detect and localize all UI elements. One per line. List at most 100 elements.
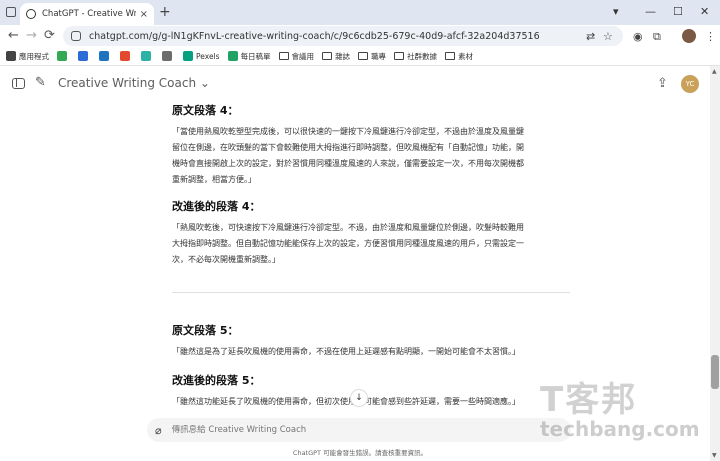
paragraph-line: 「雖然這功能延長了吹風機的使用壽命，但初次使用時可能會感到些許延遲，需要一些時間… xyxy=(172,397,520,406)
blue-square-icon xyxy=(78,51,88,61)
menu-icon[interactable]: ⋮ xyxy=(705,30,716,43)
bookmark-label: 社群數據 xyxy=(407,51,438,61)
new-tab-button[interactable]: + xyxy=(159,4,171,20)
scroll-up-arrow-icon[interactable]: ▲ xyxy=(712,68,717,75)
folder-icon xyxy=(394,52,405,60)
sidebar-toggle-icon[interactable] xyxy=(12,78,25,89)
green-leaf-icon xyxy=(57,51,67,61)
bookmark-item[interactable]: 會議用 xyxy=(278,51,315,62)
paragraph-line: 「雖然這是為了延長吹風機的使用壽命，不過在使用上延遲感有點明顯，一開始可能會不太… xyxy=(172,347,520,356)
browser-tab-strip: ChatGPT - Creative Writing C × + ▾ — ☐ ✕ xyxy=(0,0,720,25)
profile-icon[interactable] xyxy=(682,29,696,43)
bookmark-item[interactable] xyxy=(162,51,175,61)
paragraph-line: 「熱風吹乾後，可快速按下冷風鍵進行冷卻定型。不過，由於溫度和風量鍵位於側邊，吹髮… xyxy=(172,223,524,232)
bookmark-label: 雜誌 xyxy=(335,51,351,61)
reload-button[interactable]: ⟳ xyxy=(44,28,55,43)
section-paragraph: 「雖然這是為了延長吹風機的使用壽命，不過在使用上延遲感有點明顯，一開始可能會不太… xyxy=(172,344,572,360)
tab-list-icon[interactable]: ▾ xyxy=(613,5,619,18)
folder-icon xyxy=(278,52,289,60)
forward-button[interactable]: → xyxy=(26,28,37,43)
scroll-to-bottom-button[interactable]: ↓ xyxy=(350,389,368,407)
browser-tab[interactable]: ChatGPT - Creative Writing C × xyxy=(20,3,154,25)
s-icon xyxy=(141,51,151,61)
section-paragraph: 「雖然這功能延長了吹風機的使用壽命，但初次使用時可能會感到些許延遲，需要一些時間… xyxy=(172,394,572,410)
paperclip-icon[interactable]: ⌀ xyxy=(155,424,162,437)
message-composer: ⌀ xyxy=(147,418,571,442)
bookmark-item[interactable] xyxy=(57,51,70,61)
bookmark-label: Pexels xyxy=(196,51,220,61)
minimize-button[interactable]: — xyxy=(645,5,656,18)
bookmark-label: 每日稿單 xyxy=(240,51,271,61)
star-icon[interactable]: ☆ xyxy=(603,30,613,43)
bookmarks-bar: 應用程式 Pexels 每日稿單 會議用 雜誌 職專 社群數據 素材 xyxy=(0,47,720,66)
tab-title: ChatGPT - Creative Writing C xyxy=(42,9,136,19)
section-divider xyxy=(172,292,570,293)
bookmark-item[interactable] xyxy=(141,51,154,61)
tab-search-icon[interactable] xyxy=(6,7,16,17)
folder-icon xyxy=(322,52,333,60)
bookmark-item[interactable] xyxy=(78,51,91,61)
back-button[interactable]: ← xyxy=(8,28,19,43)
bookmark-item[interactable] xyxy=(99,51,112,61)
bookmark-item[interactable]: 每日稿單 xyxy=(227,51,271,62)
message-input[interactable] xyxy=(171,425,472,435)
section-heading: 原文段落 4： xyxy=(172,104,239,117)
app-header: ✎ Creative Writing Coach ⌄ ⇪ xyxy=(0,66,710,102)
watermark: T客邦 techbang.com xyxy=(540,372,710,444)
bookmark-label: 素材 xyxy=(458,51,474,61)
paragraph-line: 次，不必每次開機重新調整。」 xyxy=(172,255,280,264)
watermark-logo: T客邦 xyxy=(540,380,638,420)
conversation-area: 原文段落 4： 「當使用熱風吹乾塑型完成後，可以很快速的一鍵按下冷風鍵進行冷卻定… xyxy=(0,102,710,418)
section-heading: 原文段落 5： xyxy=(172,324,239,337)
address-bar[interactable]: chatgpt.com/g/g-lN1gKFnvL-creative-writi… xyxy=(63,26,623,46)
user-avatar[interactable]: YC xyxy=(681,75,699,93)
url-text: chatgpt.com/g/g-lN1gKFnvL-creative-writi… xyxy=(89,30,540,42)
c-icon xyxy=(99,51,109,61)
watermark-text: techbang.com xyxy=(540,417,700,441)
paragraph-line: 「當使用熱風吹乾塑型完成後，可以很快速的一鍵按下冷風鍵進行冷卻定型，不過由於溫度… xyxy=(172,127,524,136)
disclaimer-text: ChatGPT 可能會發生錯誤。請查核重要資訊。 xyxy=(292,449,428,457)
share-icon[interactable]: ⇪ xyxy=(657,76,668,91)
globe-icon xyxy=(162,51,172,61)
sheet-icon xyxy=(227,51,238,61)
pexels-icon xyxy=(183,51,193,61)
translate-icon[interactable]: ⇄ xyxy=(586,30,595,43)
bookmark-label: 職專 xyxy=(371,51,387,61)
paragraph-line: 重新調整，相當方便。」 xyxy=(172,175,256,184)
folder-icon xyxy=(358,52,369,60)
apps-icon xyxy=(6,51,16,61)
extension-icon[interactable]: ◉ xyxy=(633,30,643,43)
section-original-5: 原文段落 5： 「雖然這是為了延長吹風機的使用壽命，不過在使用上延遲感有點明顯，… xyxy=(172,322,572,360)
bookmark-label: 會議用 xyxy=(291,51,315,61)
site-info-icon[interactable] xyxy=(71,31,81,41)
arrow-down-icon: ↓ xyxy=(355,393,363,403)
section-original-4: 原文段落 4： 「當使用熱風吹乾塑型完成後，可以很快速的一鍵按下冷風鍵進行冷卻定… xyxy=(172,102,572,188)
chart-icon xyxy=(120,51,130,61)
new-chat-icon[interactable]: ✎ xyxy=(35,75,46,90)
chatgpt-favicon-icon xyxy=(26,9,36,19)
maximize-button[interactable]: ☐ xyxy=(673,5,683,18)
section-improved-4: 改進後的段落 4： 「熱風吹乾後，可快速按下冷風鍵進行冷卻定型。不過，由於溫度和… xyxy=(172,198,572,268)
section-paragraph: 「熱風吹乾後，可快速按下冷風鍵進行冷卻定型。不過，由於溫度和風量鍵位於側邊，吹髮… xyxy=(172,220,572,268)
close-window-button[interactable]: ✕ xyxy=(700,5,709,18)
bookmark-item[interactable]: 職專 xyxy=(358,51,386,62)
bookmark-item[interactable]: 應用程式 xyxy=(6,51,49,62)
bookmark-item[interactable]: 素材 xyxy=(445,51,473,62)
bookmark-item[interactable]: 社群數據 xyxy=(394,51,437,62)
section-paragraph: 「當使用熱風吹乾塑型完成後，可以很快速的一鍵按下冷風鍵進行冷卻定型，不過由於溫度… xyxy=(172,124,572,188)
paragraph-line: 留位在側邊，在吹頭髮的當下會較難使用大拇指進行即時調整，但吹風機配有「自動記憶」… xyxy=(172,143,524,152)
scrollbar-thumb[interactable] xyxy=(711,355,719,389)
bookmark-item[interactable]: 雜誌 xyxy=(322,51,350,62)
browser-toolbar: ← → ⟳ chatgpt.com/g/g-lN1gKFnvL-creative… xyxy=(0,25,720,47)
section-heading: 改進後的段落 4： xyxy=(172,200,261,213)
section-heading: 改進後的段落 5： xyxy=(172,374,261,387)
section-improved-5: 改進後的段落 5： 「雖然這功能延長了吹風機的使用壽命，但初次使用時可能會感到些… xyxy=(172,372,572,410)
page-scrollbar[interactable] xyxy=(710,66,720,461)
puzzle-icon[interactable]: ⧉ xyxy=(653,30,661,44)
tab-close-icon[interactable]: × xyxy=(140,9,148,20)
bookmark-item[interactable]: Pexels xyxy=(183,51,220,61)
model-selector[interactable]: Creative Writing Coach ⌄ xyxy=(58,76,210,90)
folder-icon xyxy=(445,52,456,60)
bookmark-item[interactable] xyxy=(120,51,133,61)
paragraph-line: 機時會直接開啟上次的設定，對於習慣用同種溫度風速的人來說，僅需要設定一次，不用每… xyxy=(172,159,524,168)
